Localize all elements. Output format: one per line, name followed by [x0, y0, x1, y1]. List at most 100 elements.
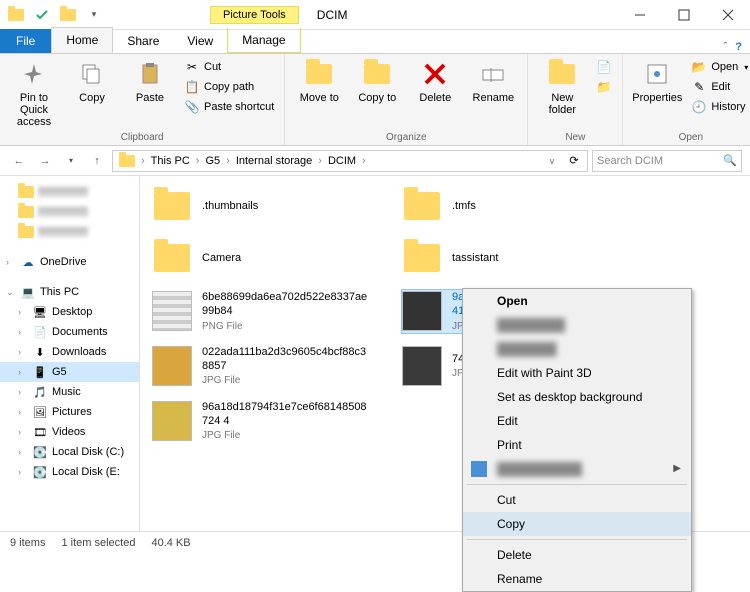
properties-button[interactable]: Properties [631, 58, 683, 104]
properties-icon [641, 58, 673, 90]
delete-icon [419, 58, 451, 90]
qat-folder-icon[interactable] [4, 3, 28, 27]
onedrive-icon: ☁ [20, 254, 36, 270]
ctx-rename[interactable]: Rename [463, 567, 691, 591]
easy-access-button[interactable]: 📁 [594, 78, 614, 96]
qat-dropdown-icon[interactable]: ▾ [82, 3, 106, 27]
rename-button[interactable]: Rename [467, 58, 519, 104]
nav-g5[interactable]: ›📱G5 [0, 362, 139, 382]
status-count: 9 items [10, 537, 45, 549]
help-icon[interactable]: ? [735, 41, 742, 53]
file-item-1[interactable]: 6be88699da6ea702d522e8337ae99b84PNG File [152, 290, 372, 333]
refresh-button[interactable]: ⟳ [563, 150, 585, 172]
ctx-edit[interactable]: Edit [463, 409, 691, 433]
edit-icon: ✎ [691, 79, 707, 95]
copy-to-icon [361, 58, 393, 90]
file-item-5[interactable]: 96a18d18794f31e7ce6f68148508724 4JPG Fil… [152, 400, 372, 443]
paste-shortcut-button[interactable]: 📎Paste shortcut [182, 98, 276, 116]
qat-check-icon[interactable] [30, 3, 54, 27]
ctx-background[interactable]: Set as desktop background [463, 385, 691, 409]
pc-icon: 💻 [20, 284, 36, 300]
status-size: 40.4 KB [151, 537, 190, 549]
nav-local-e[interactable]: ›💽Local Disk (E: [0, 462, 139, 482]
ctx-open[interactable]: Open [463, 289, 691, 313]
up-button[interactable]: ↑ [86, 150, 108, 172]
history-icon: 🕘 [691, 99, 707, 115]
ctx-blurred-3[interactable]: ██████████▶ [463, 457, 691, 481]
open-button[interactable]: 📂Open▾ [689, 58, 750, 76]
nav-onedrive[interactable]: ›☁OneDrive [0, 252, 139, 272]
shortcut-icon: 📎 [184, 99, 200, 115]
ctx-delete[interactable]: Delete [463, 543, 691, 567]
group-organize-label: Organize [386, 132, 427, 143]
close-button[interactable] [706, 0, 750, 29]
scissors-icon: ✂ [184, 59, 200, 75]
delete-button[interactable]: Delete [409, 58, 461, 104]
nav-this-pc[interactable]: ⌄💻This PC [0, 282, 139, 302]
nav-downloads[interactable]: ›⬇Downloads [0, 342, 139, 362]
nav-desktop[interactable]: ›🖥Desktop [0, 302, 139, 322]
copy-icon [76, 58, 108, 90]
nav-quickaccess-2[interactable] [0, 202, 139, 222]
folder-tassistant[interactable]: tassistant [402, 238, 622, 278]
nav-local-c[interactable]: ›💽Local Disk (C:) [0, 442, 139, 462]
group-open-label: Open [679, 132, 703, 143]
folder-tmfs[interactable]: .tmfs [402, 186, 622, 226]
status-selected: 1 item selected [61, 537, 135, 549]
paste-icon [134, 58, 166, 90]
nav-documents[interactable]: ›📄Documents [0, 322, 139, 342]
qat-folder-icon-2[interactable] [56, 3, 80, 27]
context-tab-picture-tools: Picture Tools [210, 6, 299, 24]
tab-manage[interactable]: Manage [227, 28, 300, 53]
ctx-blurred-2[interactable]: ███████ [463, 337, 691, 361]
ctx-print[interactable]: Print [463, 433, 691, 457]
address-bar[interactable]: › This PC› G5› Internal storage› DCIM› v… [112, 150, 588, 172]
nav-pictures[interactable]: ›🖼Pictures [0, 402, 139, 422]
group-clipboard-label: Clipboard [121, 132, 164, 143]
nav-videos[interactable]: ›🎞Videos [0, 422, 139, 442]
ctx-paint3d[interactable]: Edit with Paint 3D [463, 361, 691, 385]
history-button[interactable]: 🕘History [689, 98, 750, 116]
copy-path-button[interactable]: 📋Copy path [182, 78, 276, 96]
ctx-copy[interactable]: Copy [463, 512, 691, 536]
address-dropdown-icon[interactable]: v [541, 150, 563, 172]
recent-dropdown[interactable]: ▾ [60, 150, 82, 172]
file-item-3[interactable]: 022ada111ba2d3c9605c4bcf88c38857JPG File [152, 345, 372, 388]
navigation-pane[interactable]: ›☁OneDrive ⌄💻This PC ›🖥Desktop ›📄Documen… [0, 176, 140, 531]
nav-quickaccess-1[interactable] [0, 182, 139, 202]
minimize-button[interactable] [618, 0, 662, 29]
folder-thumbnails[interactable]: .thumbnails [152, 186, 372, 226]
nav-music[interactable]: ›🎵Music [0, 382, 139, 402]
rename-icon [477, 58, 509, 90]
pin-icon [18, 58, 50, 90]
cut-button[interactable]: ✂Cut [182, 58, 276, 76]
copy-button[interactable]: Copy [66, 58, 118, 104]
tab-share[interactable]: Share [113, 29, 173, 53]
new-folder-button[interactable]: New folder [536, 58, 588, 116]
tab-home[interactable]: Home [51, 27, 113, 53]
forward-button[interactable]: → [34, 150, 56, 172]
new-item-button[interactable]: 📄 [594, 58, 614, 76]
move-to-button[interactable]: Move to [293, 58, 345, 104]
nav-quickaccess-3[interactable] [0, 222, 139, 242]
tab-file[interactable]: File [0, 29, 51, 53]
context-menu: Open ████████ ███████ Edit with Paint 3D… [462, 288, 692, 592]
group-new-label: New [565, 132, 585, 143]
move-icon [303, 58, 335, 90]
ribbon-collapse-icon[interactable]: ˆ [724, 41, 728, 53]
search-input[interactable]: Search DCIM 🔍 [592, 150, 742, 172]
window-title: DCIM [317, 8, 348, 22]
open-icon: 📂 [691, 59, 707, 75]
search-icon: 🔍 [723, 154, 737, 167]
edit-button[interactable]: ✎Edit [689, 78, 750, 96]
folder-camera[interactable]: Camera [152, 238, 372, 278]
back-button[interactable]: ← [8, 150, 30, 172]
copy-to-button[interactable]: Copy to [351, 58, 403, 104]
paste-button[interactable]: Paste [124, 58, 176, 104]
path-icon: 📋 [184, 79, 200, 95]
maximize-button[interactable] [662, 0, 706, 29]
ctx-cut[interactable]: Cut [463, 488, 691, 512]
tab-view[interactable]: View [173, 29, 227, 53]
ctx-blurred-1[interactable]: ████████ [463, 313, 691, 337]
pin-quick-access-button[interactable]: Pin to Quick access [8, 58, 60, 128]
